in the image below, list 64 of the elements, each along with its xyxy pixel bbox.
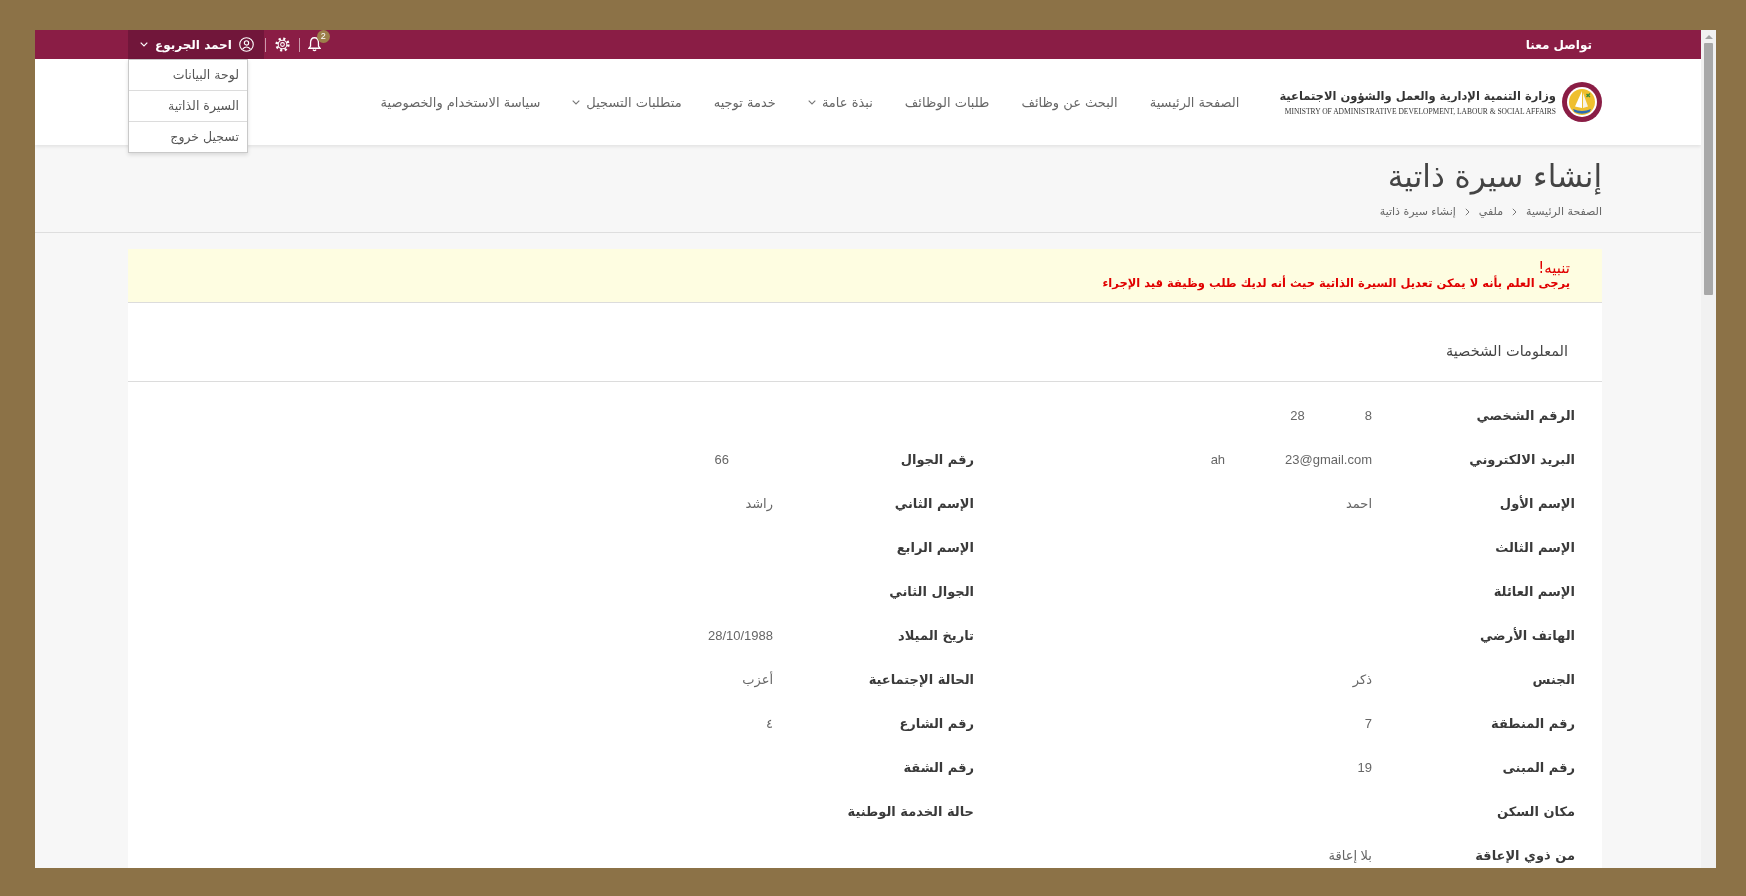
user-icon	[238, 37, 254, 52]
field-label: تاريخ الميلاد	[898, 627, 974, 645]
field-value: 28/10/1988	[707, 627, 773, 645]
field-label: الهاتف الأرضي	[1479, 627, 1575, 645]
chevron-down-icon	[140, 42, 148, 47]
settings-icon[interactable]	[274, 37, 290, 52]
field-value: ذكر	[1352, 671, 1372, 689]
bell-icon[interactable]	[307, 37, 321, 52]
field-label: الإسم الرابع	[896, 539, 974, 557]
field-label: حالة الخدمة الوطنية	[847, 803, 974, 821]
breadcrumb-link[interactable]: ملفي	[1478, 204, 1504, 220]
contact-link[interactable]: تواصل معنا	[1515, 30, 1602, 59]
breadcrumb-link[interactable]: الصفحة الرئيسية	[1526, 204, 1602, 220]
field-label: رقم المنطقة	[1491, 715, 1575, 733]
field-label: رقم الشقة	[903, 759, 974, 777]
field-label: الإسم الثاني	[894, 495, 974, 513]
menu-item[interactable]: السيرة الذاتية	[129, 91, 247, 122]
breadcrumb-current: إنشاء سيرة ذاتية	[1379, 204, 1456, 220]
alert-title: تنبيه!	[1538, 261, 1570, 276]
field-value: 23@gmail.com	[1285, 451, 1372, 469]
field-label: الإسم الأول	[1499, 495, 1575, 513]
user-menu-button[interactable]: احمد الجربوع	[128, 30, 264, 59]
field-value: ٤	[766, 715, 773, 733]
scrollbar-track[interactable]	[1701, 30, 1716, 868]
field-label: مكان السكن	[1497, 803, 1575, 821]
alert-message: يرجى العلم بأنه لا يمكن تعديل السيرة الذاتية حيث أنه لديك طلب وظيفة قيد الإجراء	[1102, 276, 1570, 291]
field-value: أعزب	[742, 671, 773, 689]
nav-link[interactable]: سياسة الاستخدام والخصوصية	[380, 94, 541, 110]
field-value: 19	[1357, 759, 1372, 777]
field-label: الجنس	[1532, 671, 1575, 689]
field-value: بلا إعاقة	[1328, 847, 1372, 865]
section-title: المعلومات الشخصية	[1445, 342, 1568, 362]
nav-link[interactable]: البحث عن وظائف	[1021, 94, 1118, 110]
scrollbar-thumb[interactable]	[1704, 43, 1713, 295]
field-value: ah	[1210, 451, 1226, 469]
nav-link[interactable]: الصفحة الرئيسية	[1149, 94, 1240, 110]
nav-link[interactable]: نبذة عامة	[807, 94, 873, 110]
field-label: البريد الالكتروني	[1469, 451, 1575, 469]
field-label: من ذوي الإعاقة	[1475, 847, 1575, 865]
field-value: 28	[1290, 407, 1305, 425]
chevron-icon	[1464, 208, 1470, 216]
field-label: الإسم الثالث	[1495, 539, 1575, 557]
field-value: احمد	[1346, 495, 1372, 513]
nav-link[interactable]: خدمة توجيه	[713, 94, 776, 110]
field-value: 8	[1364, 407, 1372, 425]
field-label: رقم الشارع	[899, 715, 974, 733]
field-label: الرقم الشخصي	[1476, 407, 1575, 425]
field-label: الجوال الثاني	[889, 583, 974, 601]
field-label: رقم المبنى	[1502, 759, 1575, 777]
logo-arabic-name: وزارة التنمية الإدارية والعمل والشؤون الاجتماعية	[1279, 88, 1556, 104]
menu-item[interactable]: تسجيل خروج	[129, 122, 247, 152]
field-value: 66	[714, 451, 729, 469]
field-label: رقم الجوال	[900, 451, 974, 469]
field-value: 7	[1364, 715, 1372, 733]
menu-item[interactable]: لوحة البيانات	[129, 60, 247, 91]
page-title: إنشاء سيرة ذاتية	[1387, 157, 1602, 196]
emblem-icon[interactable]	[1562, 81, 1602, 123]
field-value: راشد	[745, 495, 773, 513]
chevron-icon	[1512, 208, 1518, 216]
nav-link[interactable]: طلبات الوظائف	[904, 94, 990, 110]
notification-badge: 2	[316, 30, 330, 43]
nav-link[interactable]: متطلبات التسجيل	[572, 94, 682, 110]
field-label: الحالة الإجتماعية	[868, 671, 974, 689]
field-label: الإسم العائلة	[1493, 583, 1575, 601]
